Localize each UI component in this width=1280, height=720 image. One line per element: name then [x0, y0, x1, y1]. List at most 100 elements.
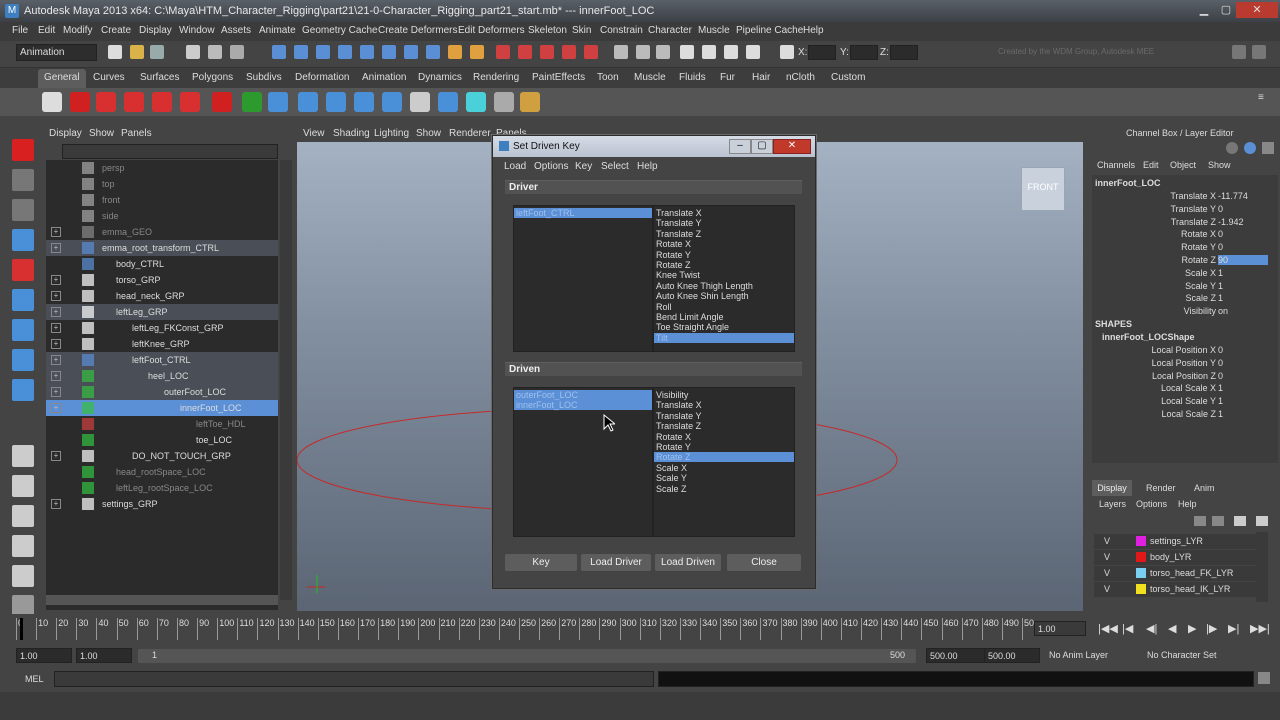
- outliner-list[interactable]: persp top front side + emma_GEO + emma_root_tra…: [46, 160, 278, 610]
- dialog-maximize-icon[interactable]: ▢: [751, 139, 773, 154]
- play-forwards-icon[interactable]: ▶: [1188, 622, 1196, 635]
- shelf-tab-painteffects[interactable]: PaintEffects: [532, 72, 585, 83]
- layout-outliner-icon[interactable]: [12, 535, 34, 557]
- menu-geometry-cache[interactable]: Geometry Cache: [302, 25, 378, 36]
- layer-scrollbar[interactable]: [1256, 532, 1268, 602]
- shelf-tab-custom[interactable]: Custom: [831, 72, 865, 83]
- open-scene-icon[interactable]: [130, 45, 144, 59]
- expand-icon[interactable]: +: [51, 451, 61, 461]
- outliner-row[interactable]: + innerFoot_LOC: [46, 400, 278, 416]
- history-icon[interactable]: [636, 45, 650, 59]
- select-joints-icon[interactable]: [294, 45, 308, 59]
- layer-visibility-toggle[interactable]: V: [1104, 566, 1110, 581]
- shelf-tab-toon[interactable]: Toon: [597, 72, 619, 83]
- layout-single-icon[interactable]: [12, 445, 34, 467]
- expand-icon[interactable]: +: [51, 371, 61, 381]
- menu-edit[interactable]: Edit: [38, 25, 55, 36]
- shelf-icon-12[interactable]: [354, 92, 374, 112]
- layer-tab-render[interactable]: Render: [1146, 483, 1176, 493]
- driven-attribute-list[interactable]: Visibility Translate X Translate Y Translat…: [653, 387, 795, 537]
- outliner-row[interactable]: + DO_NOT_TOUCH_GRP: [46, 448, 278, 464]
- outliner-menu-panels[interactable]: Panels: [121, 128, 152, 139]
- menu-skeleton[interactable]: Skeleton: [528, 25, 567, 36]
- shelf-icon-13[interactable]: [382, 92, 402, 112]
- render-current-icon[interactable]: [702, 45, 716, 59]
- layer-visibility-toggle[interactable]: V: [1104, 550, 1110, 565]
- channel-value[interactable]: 0: [1218, 229, 1223, 239]
- select-curves-icon[interactable]: [316, 45, 330, 59]
- shelf-icon-4[interactable]: [124, 92, 144, 112]
- layer-visibility-toggle[interactable]: V: [1104, 534, 1110, 549]
- select-misc-icon[interactable]: [426, 45, 440, 59]
- list-item[interactable]: Rotate Y: [654, 250, 794, 260]
- snap-point-icon[interactable]: [540, 45, 554, 59]
- list-item[interactable]: Bend Limit Angle: [654, 312, 794, 322]
- outliner-row[interactable]: head_rootSpace_LOC: [46, 464, 278, 480]
- cb-tool-icon[interactable]: [1226, 142, 1238, 154]
- shelf-tab-ncloth[interactable]: nCloth: [786, 72, 815, 83]
- close-button[interactable]: Close: [727, 554, 801, 571]
- layer-new-empty-icon[interactable]: [1194, 516, 1206, 526]
- expand-icon[interactable]: +: [51, 355, 61, 365]
- outliner-row[interactable]: + settings_GRP: [46, 496, 278, 512]
- channel-value[interactable]: 90: [1218, 255, 1268, 265]
- list-item[interactable]: Rotate Y: [654, 442, 794, 452]
- time-slider[interactable]: 0102030405060708090100110120130140150160…: [12, 614, 1034, 644]
- shape-channel-value[interactable]: 1: [1218, 383, 1223, 393]
- list-item[interactable]: innerFoot_LOC: [514, 400, 652, 411]
- cb-menu-channels[interactable]: Channels: [1097, 160, 1135, 170]
- layer-tab-anim[interactable]: Anim: [1194, 483, 1215, 493]
- outliner-row[interactable]: + leftKnee_GRP: [46, 336, 278, 352]
- layer-tab-display[interactable]: Display: [1092, 480, 1132, 496]
- end-time-field[interactable]: 500.00: [984, 648, 1040, 663]
- soft-mod-tool-icon[interactable]: [12, 349, 34, 371]
- minimize-icon[interactable]: ▁: [1192, 2, 1216, 18]
- outliner-row[interactable]: front: [46, 192, 278, 208]
- list-item[interactable]: Visibility: [654, 390, 794, 400]
- shelf-icon-10[interactable]: [298, 92, 318, 112]
- highlight-selection-icon[interactable]: [470, 45, 484, 59]
- expand-icon[interactable]: +: [51, 291, 61, 301]
- move-tool-icon[interactable]: [12, 229, 34, 251]
- outliner-row[interactable]: toe_LOC: [46, 432, 278, 448]
- step-back-frame-icon[interactable]: ◀|: [1146, 622, 1157, 635]
- help-icon[interactable]: [70, 92, 90, 112]
- list-item[interactable]: leftFoot_CTRL: [514, 208, 652, 218]
- expand-icon[interactable]: +: [51, 403, 61, 413]
- shelf-tab-rendering[interactable]: Rendering: [473, 72, 519, 83]
- snap-grid-icon[interactable]: [496, 45, 510, 59]
- select-object-icon[interactable]: [208, 45, 222, 59]
- select-dynamics-icon[interactable]: [382, 45, 396, 59]
- shape-channel-value[interactable]: 0: [1218, 345, 1223, 355]
- shelf-icon-7[interactable]: [212, 92, 232, 112]
- paint-select-tool-icon[interactable]: [12, 199, 34, 221]
- ipr-render-icon[interactable]: [724, 45, 738, 59]
- layer-color-swatch[interactable]: [1136, 568, 1146, 578]
- playback-end-field[interactable]: 500.00: [926, 648, 988, 663]
- script-editor-icon[interactable]: [1258, 672, 1270, 684]
- outliner-menu-show[interactable]: Show: [89, 128, 114, 139]
- lasso-tool-icon[interactable]: [12, 169, 34, 191]
- list-item[interactable]: Roll: [654, 302, 794, 312]
- channel-value[interactable]: 1: [1218, 293, 1223, 303]
- list-item[interactable]: Translate Z: [654, 421, 794, 431]
- driven-object-list[interactable]: outerFoot_LOC innerFoot_LOC: [513, 387, 653, 537]
- expand-icon[interactable]: +: [51, 275, 61, 285]
- cb-menu-edit[interactable]: Edit: [1143, 160, 1159, 170]
- list-item[interactable]: Knee Twist: [654, 270, 794, 280]
- layout-two-icon[interactable]: [12, 505, 34, 527]
- list-item[interactable]: Translate Z: [654, 229, 794, 239]
- render-settings-icon[interactable]: [746, 45, 760, 59]
- select-deformations-icon[interactable]: [360, 45, 374, 59]
- shelf-tab-muscle[interactable]: Muscle: [634, 72, 666, 83]
- channel-value[interactable]: 0: [1218, 204, 1223, 214]
- new-scene-icon[interactable]: [108, 45, 122, 59]
- close-window-icon[interactable]: ✕: [1236, 2, 1278, 18]
- list-item[interactable]: outerFoot_LOC: [514, 390, 652, 400]
- command-input[interactable]: [54, 671, 654, 687]
- x-input[interactable]: [808, 45, 836, 60]
- layer-color-swatch[interactable]: [1136, 536, 1146, 546]
- input-field-mode-icon[interactable]: [780, 45, 794, 59]
- layer-row[interactable]: Vtorso_head_FK_LYR: [1094, 566, 1264, 581]
- shape-channel-value[interactable]: 1: [1218, 396, 1223, 406]
